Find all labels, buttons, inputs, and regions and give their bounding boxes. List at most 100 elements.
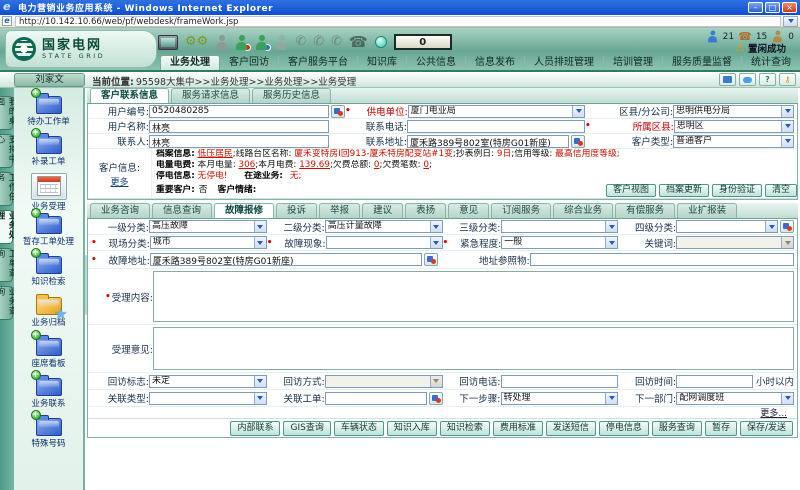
- sidebar-item-service-accept[interactable]: 业务受理: [14, 176, 83, 212]
- minimize-button[interactable]: –: [748, 2, 763, 13]
- phenomenon-select[interactable]: [326, 236, 443, 249]
- call-answer-icon[interactable]: ✆: [295, 35, 306, 49]
- gis-query-button[interactable]: GIS查询: [283, 421, 330, 436]
- sidebar-vtab-business[interactable]: 业务处理: [0, 210, 13, 244]
- menu-tab-service-platform[interactable]: 客户服务平台: [279, 56, 358, 70]
- user-name-input[interactable]: 林亮: [149, 120, 329, 133]
- menu-tab-quality[interactable]: 服务质量监督: [663, 56, 742, 70]
- settings-gears-icon[interactable]: ⚙⚙: [185, 35, 208, 49]
- rel-type-select[interactable]: [149, 392, 267, 405]
- supply-org-select[interactable]: 厦门电业局: [408, 105, 585, 118]
- keyword-select[interactable]: [676, 236, 794, 249]
- address-input[interactable]: 厦禾路389号802室(特房G01新座): [407, 135, 569, 148]
- sidebar-item-supplement-orders[interactable]: 补录工单: [14, 135, 83, 167]
- fault-address-input[interactable]: 厦禾路389号802室(特房G01新座): [150, 253, 422, 266]
- key-icon[interactable]: ⚷: [779, 73, 796, 86]
- knowledge-store-button[interactable]: 知识入库: [387, 421, 437, 436]
- sidebar-vtab-work-tasks[interactable]: 工作任务: [0, 172, 13, 206]
- cls3-select[interactable]: [501, 220, 619, 233]
- sidebar-vtab-business-query[interactable]: 业务查询: [0, 286, 13, 320]
- agent-idle-icon[interactable]: [215, 35, 228, 50]
- close-button[interactable]: ×: [782, 2, 797, 13]
- address-lookup-icon[interactable]: [571, 135, 585, 148]
- agent-away-icon[interactable]: [255, 35, 268, 50]
- opinion-textarea[interactable]: [153, 327, 794, 370]
- fault-address-lookup-icon[interactable]: [424, 253, 438, 266]
- urgency-select[interactable]: 一般: [501, 236, 618, 249]
- customer-view-button[interactable]: 客户视图: [606, 184, 656, 197]
- customer-more-link[interactable]: 更多: [110, 175, 128, 188]
- visit-flag-select[interactable]: 未定: [149, 375, 267, 388]
- phone-input[interactable]: [407, 120, 585, 133]
- cls4-select[interactable]: [676, 220, 778, 233]
- rel-order-input[interactable]: [325, 392, 427, 405]
- cls2-select[interactable]: 高压计量故障: [325, 220, 443, 233]
- tab-fault-repair[interactable]: 故障报修: [214, 203, 274, 218]
- menu-tab-business[interactable]: 业务处理: [160, 55, 220, 70]
- tab-consult[interactable]: 业务咨询: [90, 203, 150, 218]
- visit-phone-input[interactable]: [501, 375, 619, 388]
- send-sms-button[interactable]: 发送短信: [546, 421, 596, 436]
- tariff-type-link[interactable]: 低压居民: [198, 149, 233, 159]
- clear-button[interactable]: 清空: [765, 184, 797, 197]
- tab-complaint[interactable]: 投诉: [276, 203, 317, 218]
- tab-expansion[interactable]: 业扩报装: [677, 203, 737, 218]
- agent-offline-icon[interactable]: [275, 35, 288, 50]
- call-transfer-icon[interactable]: ✆: [331, 35, 342, 49]
- agent-busy-icon[interactable]: [235, 35, 248, 50]
- address-dropdown-icon[interactable]: [783, 16, 798, 27]
- tab-service-request[interactable]: 服务请求信息: [171, 88, 250, 103]
- sidebar-vtab-my-desktop[interactable]: 我的桌面: [0, 96, 13, 130]
- sidebar-item-archive[interactable]: 业务归档: [14, 296, 83, 328]
- sidebar-item-todo-orders[interactable]: 待办工作单: [14, 95, 83, 127]
- chat-icon[interactable]: [739, 73, 756, 86]
- tab-service-history[interactable]: 服务历史信息: [252, 88, 331, 103]
- workstation-status-icon[interactable]: [719, 73, 736, 86]
- handset-icon[interactable]: ☎: [349, 35, 368, 49]
- call-hold-icon[interactable]: ✆: [313, 35, 324, 49]
- sidebar-vtab-order-query[interactable]: 工单查询: [0, 248, 13, 282]
- sidebar-vtab-support-center[interactable]: 支持中心: [0, 134, 13, 168]
- maximize-button[interactable]: □: [765, 2, 780, 13]
- cls4-lookup-icon[interactable]: [780, 220, 794, 233]
- visit-time-input[interactable]: [676, 375, 753, 388]
- next-dept-select[interactable]: 配网调度班: [676, 392, 794, 405]
- archive-update-button[interactable]: 档案更新: [659, 184, 709, 197]
- sidebar-item-agent-board[interactable]: 座席看板: [14, 337, 83, 369]
- help-icon[interactable]: ?: [759, 73, 776, 86]
- sidebar-item-special-numbers[interactable]: 特殊号码: [14, 417, 83, 449]
- sidebar-item-business-contact[interactable]: 业务联系: [14, 377, 83, 409]
- outage-info-button[interactable]: 停电信息: [599, 421, 649, 436]
- knowledge-search-button[interactable]: 知识检索: [440, 421, 490, 436]
- workstation-icon[interactable]: [158, 35, 178, 50]
- bill-amount-link[interactable]: 139.69: [299, 160, 330, 170]
- tab-info-query[interactable]: 信息查询: [152, 203, 212, 218]
- tab-subscribe[interactable]: 订阅服务: [491, 203, 551, 218]
- content-textarea[interactable]: [153, 271, 794, 322]
- scene-select[interactable]: 城市: [150, 236, 267, 249]
- sidebar-item-knowledge-search[interactable]: 知识检索: [14, 255, 83, 287]
- save-send-button[interactable]: 保存/发送: [740, 421, 793, 436]
- menu-tab-knowledge[interactable]: 知识库: [358, 56, 407, 70]
- url-input[interactable]: http://10.142.10.66/web/pf/webdesk/frame…: [15, 16, 781, 27]
- identity-verify-button[interactable]: 身份验证: [712, 184, 762, 197]
- contact-input[interactable]: 林亮: [149, 135, 329, 148]
- internal-contact-button[interactable]: 内部联系: [230, 421, 280, 436]
- save-draft-button[interactable]: 暂存: [705, 421, 737, 436]
- user-no-input[interactable]: 0520480285: [149, 105, 329, 118]
- rel-order-lookup-icon[interactable]: [429, 392, 443, 405]
- cls1-select[interactable]: 高压故障: [149, 220, 267, 233]
- service-query-button[interactable]: 服务查询: [652, 421, 702, 436]
- user-lookup-icon[interactable]: [331, 105, 345, 118]
- tab-report[interactable]: 举报: [319, 203, 360, 218]
- menu-tab-callback[interactable]: 客户回访: [220, 56, 279, 70]
- menu-tab-training[interactable]: 培训管理: [604, 56, 663, 70]
- district-select[interactable]: 思明供电分局: [673, 105, 794, 118]
- more-options-link[interactable]: 更多...: [760, 406, 787, 419]
- menu-tab-scheduling[interactable]: 人员排班管理: [525, 56, 604, 70]
- menu-tab-statistics[interactable]: 统计查询: [742, 56, 800, 70]
- menu-tab-public-info[interactable]: 公共信息: [407, 56, 466, 70]
- county-select[interactable]: 思明区: [674, 120, 794, 133]
- tab-suggestion[interactable]: 建议: [362, 203, 403, 218]
- cust-type-select[interactable]: 普通客户: [673, 135, 794, 148]
